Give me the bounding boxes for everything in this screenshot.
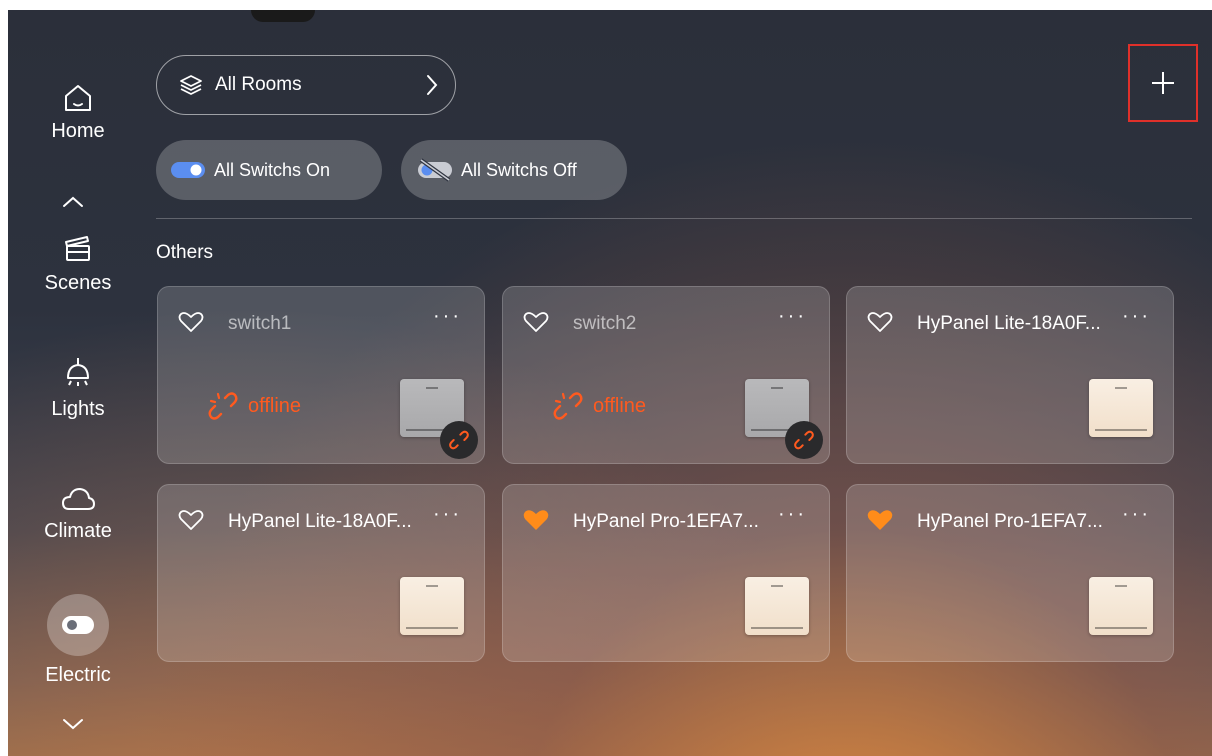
more-options-icon[interactable]: ··· bbox=[433, 305, 462, 328]
offline-status: offline bbox=[208, 391, 301, 421]
toggle-icon bbox=[62, 616, 94, 634]
offline-badge bbox=[785, 421, 823, 459]
sidebar-item-home[interactable]: Home bbox=[8, 82, 148, 143]
device-name: switch2 bbox=[573, 313, 637, 334]
sidebar-item-label: Scenes bbox=[44, 272, 112, 294]
room-selector-label: All Rooms bbox=[215, 74, 302, 95]
app-screen: Home Scenes Lights Climate Electric All … bbox=[8, 10, 1212, 756]
sidebar-item-label: Electric bbox=[45, 664, 111, 686]
sidebar-item-electric[interactable]: Electric bbox=[8, 594, 148, 687]
toggle-on-icon bbox=[171, 162, 205, 178]
heart-outline-icon[interactable] bbox=[523, 311, 549, 333]
divider bbox=[156, 218, 1192, 219]
chevron-up-icon[interactable] bbox=[60, 194, 86, 210]
sidebar-item-lights[interactable]: Lights bbox=[8, 356, 148, 421]
device-name: HyPanel Pro-1EFA7... bbox=[917, 511, 1103, 532]
chevron-right-icon bbox=[427, 75, 438, 95]
device-name: HyPanel Pro-1EFA7... bbox=[573, 511, 759, 532]
switch-thumbnail[interactable] bbox=[1089, 577, 1153, 635]
switch-thumbnail[interactable] bbox=[400, 577, 464, 635]
sidebar-item-climate[interactable]: Climate bbox=[8, 484, 148, 543]
device-card-hypanel-lite[interactable]: HyPanel Lite-18A0F... ··· bbox=[157, 484, 485, 662]
switch-thumbnail[interactable] bbox=[745, 577, 809, 635]
offline-badge bbox=[440, 421, 478, 459]
plus-icon bbox=[1152, 72, 1174, 94]
all-switches-off-button[interactable]: All Switchs Off bbox=[401, 140, 627, 200]
device-card-switch2[interactable]: switch2 ··· offline bbox=[502, 286, 830, 464]
broken-link-icon bbox=[208, 392, 238, 420]
all-switches-on-button[interactable]: All Switchs On bbox=[156, 140, 382, 200]
heart-outline-icon[interactable] bbox=[867, 311, 893, 333]
add-device-button[interactable] bbox=[1128, 44, 1198, 122]
more-options-icon[interactable]: ··· bbox=[778, 503, 807, 526]
device-name: HyPanel Lite-18A0F... bbox=[228, 511, 412, 532]
home-icon bbox=[65, 85, 91, 111]
broken-link-icon bbox=[553, 392, 583, 420]
section-title: Others bbox=[156, 242, 214, 263]
offline-label: offline bbox=[593, 394, 647, 417]
heart-outline-icon[interactable] bbox=[178, 311, 204, 333]
device-card-hypanel-pro[interactable]: HyPanel Pro-1EFA7... ··· bbox=[502, 484, 830, 662]
device-card-hypanel-lite[interactable]: HyPanel Lite-18A0F... ··· bbox=[846, 286, 1174, 464]
sidebar-item-scenes[interactable]: Scenes bbox=[8, 234, 148, 295]
heart-outline-icon[interactable] bbox=[178, 509, 204, 531]
offline-label: offline bbox=[248, 394, 302, 417]
all-switches-on-label: All Switchs On bbox=[214, 159, 331, 180]
camera-notch bbox=[251, 10, 315, 22]
heart-filled-icon[interactable] bbox=[867, 509, 893, 531]
more-options-icon[interactable]: ··· bbox=[1122, 503, 1151, 526]
switch-thumbnail[interactable] bbox=[1089, 379, 1153, 437]
broken-link-icon bbox=[794, 430, 814, 450]
active-indicator bbox=[47, 594, 109, 656]
all-switches-off-label: All Switchs Off bbox=[461, 159, 577, 180]
sidebar-item-label: Climate bbox=[44, 520, 112, 542]
sidebar: Home Scenes Lights Climate Electric bbox=[8, 10, 148, 756]
sidebar-item-label: Lights bbox=[51, 398, 105, 420]
more-options-icon[interactable]: ··· bbox=[1122, 305, 1151, 328]
offline-status: offline bbox=[553, 391, 646, 421]
more-options-icon[interactable]: ··· bbox=[778, 305, 807, 328]
chevron-down-icon[interactable] bbox=[60, 716, 86, 732]
sidebar-item-label: Home bbox=[51, 120, 105, 142]
device-name: switch1 bbox=[228, 313, 292, 334]
more-options-icon[interactable]: ··· bbox=[433, 503, 462, 526]
clapperboard-icon bbox=[65, 236, 90, 261]
heart-filled-icon[interactable] bbox=[523, 509, 549, 531]
room-selector-button[interactable]: All Rooms bbox=[156, 55, 456, 115]
broken-link-icon bbox=[449, 430, 469, 450]
toggle-off-icon bbox=[418, 158, 452, 182]
device-card-hypanel-pro[interactable]: HyPanel Pro-1EFA7... ··· bbox=[846, 484, 1174, 662]
ceiling-lamp-icon bbox=[67, 358, 89, 386]
device-card-switch1[interactable]: switch1 ··· offline bbox=[157, 286, 485, 464]
cloud-icon bbox=[62, 488, 95, 510]
device-name: HyPanel Lite-18A0F... bbox=[917, 313, 1101, 334]
layers-icon bbox=[180, 75, 202, 95]
